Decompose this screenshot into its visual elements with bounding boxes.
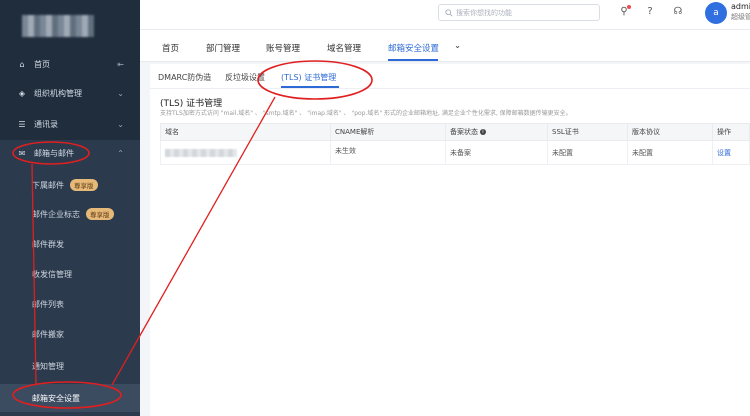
col-beian: 备案状态 i [445, 123, 548, 141]
col-beian-label: 备案状态 [450, 128, 478, 136]
subtab-antispam[interactable]: 反垃圾设置 [225, 72, 265, 83]
subtab-divider [150, 88, 750, 89]
sidebar-sub-label: 邮件列表 [32, 299, 64, 309]
logo-image [22, 15, 94, 37]
cell-beian: 未备案 [445, 140, 548, 165]
cell-cname: 未生效 [330, 140, 446, 165]
search-icon [445, 8, 453, 17]
sidebar-sub-mail-security[interactable]: 邮箱安全设置 [0, 384, 140, 412]
sidebar-sub-label: 邮箱安全设置 [32, 393, 80, 403]
home-icon: ⌂ [19, 59, 25, 69]
org-icon: ◈ [18, 88, 26, 98]
sidebar-sub-mail-migration[interactable]: 邮件搬家 [0, 322, 140, 346]
user-role: 超级管 [731, 13, 750, 21]
sidebar-item-label: 邮箱与邮件 [34, 148, 74, 158]
col-version: 版本协议 [627, 123, 713, 141]
sidebar-item-mail[interactable]: ✉ 邮箱与邮件 ⌃ [0, 140, 140, 166]
table-header-row: 域名 CNAME解析 备案状态 i SSL证书 版本协议 操作 [160, 123, 750, 141]
sidebar-item-label: 通讯录 [34, 119, 58, 129]
settings-link[interactable]: 设置 [717, 149, 731, 157]
tab-mail-security[interactable]: 邮箱安全设置 [388, 42, 439, 54]
tab-domains[interactable]: 域名管理 [327, 42, 361, 54]
premium-badge: 尊享版 [86, 208, 114, 220]
sidebar-sub-notification[interactable]: 通知管理 [0, 354, 140, 378]
sidebar-sub-label: 邮件群发 [32, 239, 64, 249]
chevron-down-icon: ⌄ [117, 88, 124, 98]
sidebar-item-home[interactable]: ⌂ 首页 ⇤ [0, 51, 140, 77]
sidebar-item-contacts[interactable]: ☰ 通讯录 ⌄ [0, 111, 140, 137]
sidebar-sub-mail-logo[interactable]: 邮件企业标志 尊享版 [0, 202, 140, 226]
sidebar: ⌂ 首页 ⇤ ◈ 组织机构管理 ⌄ ☰ 通讯录 ⌄ ✉ 邮箱与邮件 ⌃ 下属邮件… [0, 0, 140, 416]
sidebar-sub-mass-mail[interactable]: 邮件群发 [0, 232, 140, 256]
notification-dot [627, 5, 631, 9]
chevron-up-icon: ⌃ [117, 148, 124, 158]
chevron-down-icon[interactable]: ⌄ [454, 41, 461, 51]
search-input[interactable] [456, 8, 596, 17]
subtab-tls[interactable]: (TLS) 证书管理 [281, 72, 336, 83]
sidebar-item-label: 首页 [34, 59, 50, 69]
cell-ssl: 未配置 [547, 140, 628, 165]
contacts-icon: ☰ [18, 119, 26, 129]
subtab-dmarc[interactable]: DMARC防伪造 [158, 72, 211, 83]
tab-home[interactable]: 首页 [162, 42, 179, 54]
sidebar-sub-mail-list[interactable]: 邮件列表 [0, 292, 140, 316]
search-box[interactable] [438, 4, 600, 21]
premium-badge: 尊享版 [70, 179, 98, 191]
sidebar-sub-label: 邮件搬家 [32, 329, 64, 339]
col-action: 操作 [712, 123, 750, 141]
col-cname: CNAME解析 [330, 123, 446, 141]
topbar: ⚲ ? ☊ a admin 超级管 [140, 0, 750, 30]
avatar[interactable]: a [705, 2, 727, 24]
certificate-table: 域名 CNAME解析 备案状态 i SSL证书 版本协议 操作 未生效 未备案 未… [160, 123, 750, 165]
user-name: admin [731, 2, 750, 11]
tab-accounts[interactable]: 账号管理 [266, 42, 300, 54]
sidebar-sub-label: 下属邮件 [32, 180, 64, 190]
table-row: 未生效 未备案 未配置 未配置 设置 [160, 140, 750, 165]
sidebar-item-org[interactable]: ◈ 组织机构管理 ⌄ [0, 80, 140, 106]
cell-action: 设置 [712, 140, 750, 165]
cell-domain [160, 140, 331, 165]
cell-version: 未配置 [627, 140, 713, 165]
sidebar-sub-label: 通知管理 [32, 361, 64, 371]
chevron-down-icon: ⌄ [117, 119, 124, 129]
tab-active-indicator [388, 59, 438, 61]
sidebar-sub-subordinate-mail[interactable]: 下属邮件 尊享版 [0, 173, 140, 197]
redacted-domain [165, 149, 237, 157]
sidebar-item-label: 组织机构管理 [34, 88, 82, 98]
headset-icon[interactable]: ☊ [672, 6, 684, 18]
sidebar-sub-label: 收发信管理 [32, 269, 72, 279]
info-icon[interactable]: i [480, 129, 486, 135]
col-ssl: SSL证书 [547, 123, 628, 141]
content-card: DMARC防伪造 反垃圾设置 (TLS) 证书管理 (TLS) 证书管理 支持T… [150, 64, 750, 416]
help-icon[interactable]: ? [644, 6, 656, 18]
col-domain: 域名 [160, 123, 331, 141]
mail-icon: ✉ [18, 148, 26, 158]
sidebar-sub-label: 邮件企业标志 [32, 209, 80, 219]
notification-icon[interactable]: ⚲ [618, 5, 631, 18]
tab-departments[interactable]: 部门管理 [206, 42, 240, 54]
logo [0, 0, 140, 52]
user-info[interactable]: admin 超级管 [731, 2, 750, 22]
section-description: 支持TLS加密方式访问 "mail.域名" 、 "smtp.域名" 、 "ima… [160, 110, 572, 117]
sidebar-collapse-icon[interactable]: ⇤ [117, 60, 124, 69]
sidebar-sub-send-receive[interactable]: 收发信管理 [0, 262, 140, 286]
main-tabs: 首页 部门管理 账号管理 域名管理 邮箱安全设置 ⌄ [140, 30, 750, 62]
